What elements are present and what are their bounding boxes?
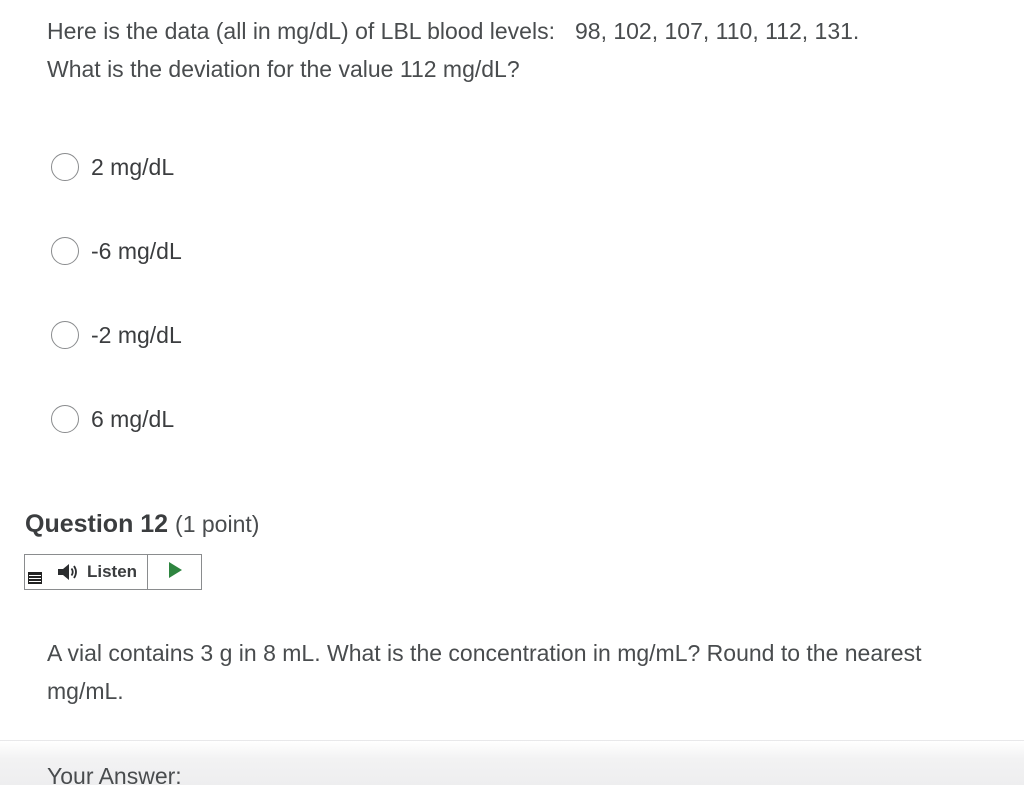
question-11-line2: What is the deviation for the value 112 … xyxy=(47,56,520,82)
question-11-data-values: 98, 102, 107, 110, 112, 131. xyxy=(574,18,860,44)
option-2[interactable]: -6 mg/dL xyxy=(51,230,182,272)
play-button[interactable] xyxy=(148,555,201,589)
option-label: 2 mg/dL xyxy=(91,153,175,180)
answer-options: 2 mg/dL -6 mg/dL -2 mg/dL 6 mg/dL xyxy=(51,146,182,482)
option-1[interactable]: 2 mg/dL xyxy=(51,146,182,188)
option-4[interactable]: 6 mg/dL xyxy=(51,398,182,440)
radio-button[interactable] xyxy=(51,321,79,349)
answer-label: Your Answer: xyxy=(47,763,182,785)
question-12-text: A vial contains 3 g in 8 mL. What is the… xyxy=(47,640,922,704)
question-11-text: Here is the data (all in mg/dL) of LBL b… xyxy=(47,12,997,88)
menu-icon[interactable] xyxy=(28,572,42,584)
radio-button[interactable] xyxy=(51,237,79,265)
play-icon[interactable] xyxy=(167,561,183,584)
speaker-icon xyxy=(57,563,79,581)
listen-label: Listen xyxy=(87,562,138,581)
option-label: 6 mg/dL xyxy=(91,405,175,432)
listen-button[interactable]: Listen xyxy=(47,555,149,589)
radio-button[interactable] xyxy=(51,153,79,181)
question-12-heading: Question 12 (1 point) xyxy=(25,510,259,539)
quiz-page: Here is the data (all in mg/dL) of LBL b… xyxy=(0,0,1024,785)
option-label: -6 mg/dL xyxy=(91,237,182,264)
answer-section: Your Answer: xyxy=(0,740,1024,785)
question-11-line1: Here is the data (all in mg/dL) of LBL b… xyxy=(47,18,555,44)
listen-toolbar: Listen xyxy=(24,554,202,590)
option-3[interactable]: -2 mg/dL xyxy=(51,314,182,356)
question-title: Question 12 xyxy=(25,510,169,538)
listen-menu-button[interactable] xyxy=(25,555,47,589)
option-label: -2 mg/dL xyxy=(91,321,182,348)
question-points: (1 point) xyxy=(175,511,260,537)
radio-button[interactable] xyxy=(51,405,79,433)
